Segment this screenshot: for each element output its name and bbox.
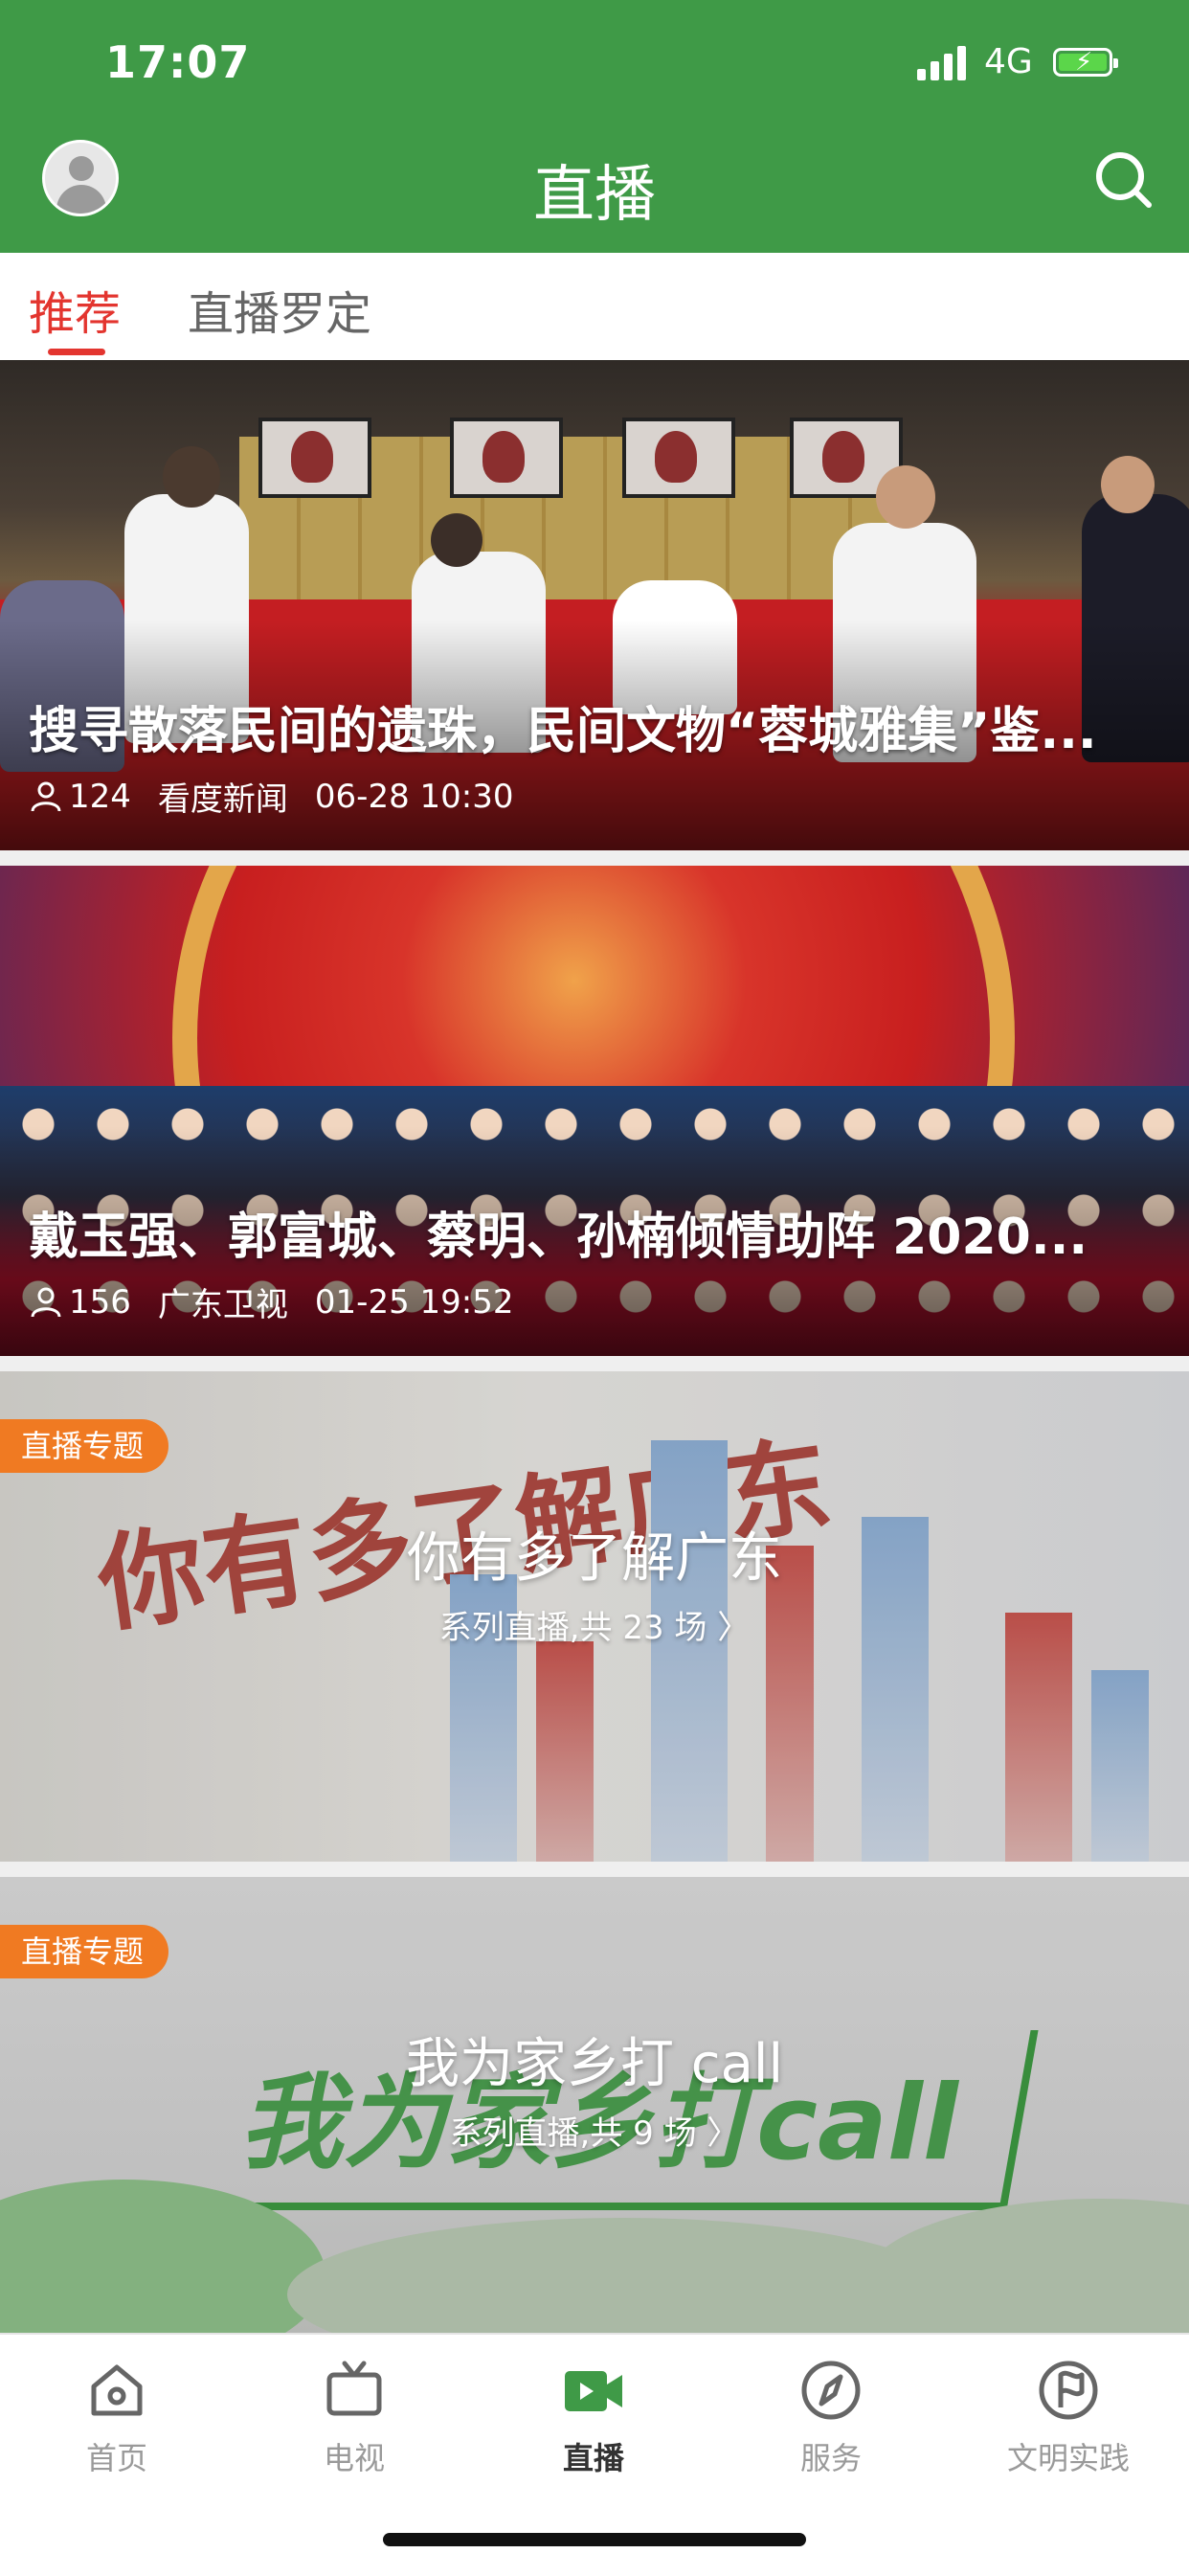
status-bar: 17:07 4G ⚡ bbox=[0, 0, 1189, 126]
search-icon[interactable] bbox=[1091, 147, 1155, 211]
tabbar-live[interactable]: 直播 bbox=[498, 2356, 689, 2478]
live-card[interactable]: 戴玉强、郭富城、蔡明、孙楠倾情助阵 2020... 156 广东卫视 01-25… bbox=[0, 866, 1189, 1356]
home-icon bbox=[91, 2364, 143, 2416]
tabbar-label: 文明实践 bbox=[1006, 2440, 1130, 2476]
live-card-meta: 156 广东卫视 01-25 19:52 bbox=[29, 1278, 514, 1325]
home-indicator bbox=[383, 2533, 806, 2546]
active-tab-indicator bbox=[48, 349, 105, 355]
live-feed: 搜寻散落民间的遗珠，民间文物“蓉城雅集”鉴... 124 看度新闻 06-28 … bbox=[0, 360, 1189, 2333]
tabbar-label: 直播 bbox=[562, 2440, 624, 2476]
tabbar-tv[interactable]: 电视 bbox=[258, 2356, 450, 2478]
topic-title: 你有多了解广东 bbox=[407, 1527, 782, 1590]
signal-icon bbox=[917, 44, 971, 80]
tabbar-service[interactable]: 服务 bbox=[735, 2356, 927, 2478]
live-card-title: 戴玉强、郭富城、蔡明、孙楠倾情助阵 2020... bbox=[29, 1209, 1088, 1266]
live-card[interactable]: 搜寻散落民间的遗珠，民间文物“蓉城雅集”鉴... 124 看度新闻 06-28 … bbox=[0, 360, 1189, 850]
page-title: 直播 bbox=[533, 160, 656, 231]
live-video-icon bbox=[565, 2371, 622, 2411]
tab-live-luoding[interactable]: 直播罗定 bbox=[188, 276, 371, 343]
topic-title: 我为家乡打 call bbox=[405, 2033, 784, 2095]
tabbar-label: 首页 bbox=[85, 2440, 147, 2476]
status-time: 17:07 bbox=[105, 36, 251, 88]
tabbar-label: 服务 bbox=[799, 2440, 862, 2476]
topic-card[interactable]: 你有多了解广东 直播专题 你有多了解广东 系列直播,共 23 场 〉 bbox=[0, 1371, 1189, 1862]
network-label: 4G bbox=[984, 42, 1033, 81]
tabbar-home[interactable]: 首页 bbox=[21, 2356, 213, 2478]
tabbar-civilization[interactable]: 文明实践 bbox=[973, 2356, 1164, 2478]
compass-icon bbox=[801, 2361, 861, 2420]
viewer-icon bbox=[31, 781, 61, 811]
viewer-count: 124 bbox=[69, 777, 131, 816]
viewer-count: 156 bbox=[69, 1282, 131, 1322]
nav-bar: 直播 bbox=[0, 126, 1189, 253]
viewer-icon bbox=[31, 1287, 61, 1317]
tv-icon bbox=[326, 2361, 382, 2416]
source-label: 广东卫视 bbox=[157, 1286, 288, 1324]
timestamp: 06-28 10:30 bbox=[314, 777, 514, 816]
battery-icon: ⚡ bbox=[1053, 48, 1118, 77]
channel-tabs: 推荐 直播罗定 bbox=[0, 253, 1189, 360]
live-card-meta: 124 看度新闻 06-28 10:30 bbox=[29, 773, 514, 820]
topic-subtitle[interactable]: 系列直播,共 9 场 〉 bbox=[0, 2107, 1189, 2154]
live-card-title: 搜寻散落民间的遗珠，民间文物“蓉城雅集”鉴... bbox=[29, 703, 1097, 760]
timestamp: 01-25 19:52 bbox=[314, 1282, 514, 1322]
topic-badge: 直播专题 bbox=[0, 1419, 169, 1473]
topic-badge: 直播专题 bbox=[0, 1925, 169, 1978]
source-label: 看度新闻 bbox=[157, 780, 288, 819]
tabbar-label: 电视 bbox=[323, 2440, 385, 2476]
tab-recommend[interactable]: 推荐 bbox=[29, 276, 121, 343]
topic-card[interactable]: 我为家乡打call 直播专题 我为家乡打 call 系列直播,共 9 场 〉 bbox=[0, 1877, 1189, 2333]
flag-icon bbox=[1039, 2361, 1098, 2420]
topic-subtitle[interactable]: 系列直播,共 23 场 〉 bbox=[0, 1601, 1189, 1648]
